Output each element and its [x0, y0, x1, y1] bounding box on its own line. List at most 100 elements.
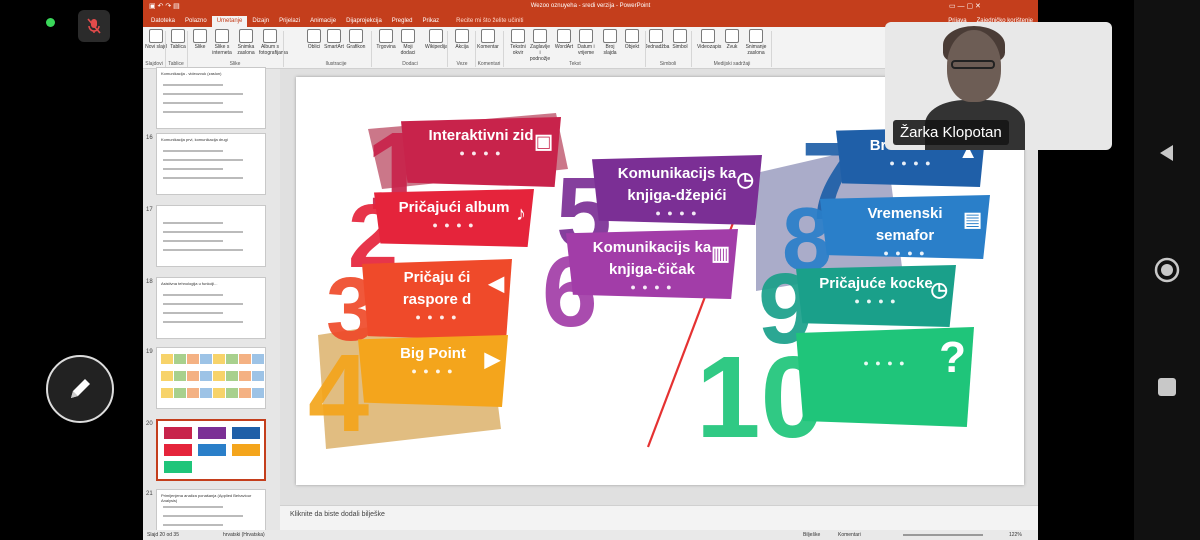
mute-microphone-button[interactable]	[78, 10, 110, 42]
ribbon-separator	[691, 31, 692, 67]
ribbon-group-3: Ilustracije	[325, 61, 347, 67]
annotate-button[interactable]	[46, 355, 114, 423]
thumbnail-line	[163, 168, 223, 170]
menu-tab-7[interactable]: Pregled	[387, 18, 418, 27]
ribbon-button-21[interactable]: Simbol	[669, 29, 691, 50]
ribbon-group-9: Medijski sadržaji	[713, 61, 751, 67]
menu-tab-0[interactable]: Datoteka	[146, 18, 180, 27]
thumbnail-line	[163, 321, 243, 323]
ribbon-button-15[interactable]: Zaglavlje i podnožje	[529, 29, 551, 62]
ribbon-button-17[interactable]: Datum i vrijeme	[575, 29, 597, 56]
ribbon-button-24[interactable]: Snimanje zaslona	[745, 29, 767, 56]
thumbnail-shape	[161, 371, 173, 381]
thumbnail-shape	[200, 354, 212, 364]
menu-tab-2[interactable]: Umetanje	[211, 16, 248, 27]
slide-card-9[interactable]: Pričajuće kocke ● ● ● ● ◷	[796, 265, 956, 327]
menu-tab-8[interactable]: Prikaz	[417, 18, 444, 27]
ribbon-button-2[interactable]: Slike	[189, 29, 211, 50]
thumbnail-title: Primijenjena analiza ponašanja (Applied …	[161, 493, 252, 503]
ribbon-button-19[interactable]: Objekt	[621, 29, 643, 50]
slide-thumbnail[interactable]: Asistivna tehnologija u funkciji...	[156, 277, 266, 339]
thumbnail-shape	[252, 371, 264, 381]
thumbnail-shape	[161, 354, 173, 364]
ribbon-button-14[interactable]: Tekstni okvir	[507, 29, 529, 56]
ribbon-separator	[371, 31, 372, 67]
slide-thumbnail[interactable]: Komunikacija - videozvuk (zaslon)	[156, 67, 266, 129]
ribbon-icon-12	[455, 29, 469, 43]
zoom-level[interactable]: 122%	[1009, 532, 1022, 538]
back-button[interactable]	[1152, 138, 1182, 168]
ribbon-button-23[interactable]: Zvuk	[721, 29, 743, 50]
thumbnail-title: Asistivna tehnologija u funkciji...	[161, 281, 218, 286]
participant-video-tile[interactable]: Žarka Klopotan	[885, 22, 1112, 150]
ribbon-button-10[interactable]: Moji dodaci	[397, 29, 419, 56]
thumbnail-line	[163, 312, 223, 314]
card-text: Komunikacijs ka knjiga-čičak	[592, 239, 712, 278]
ribbon-icon-21	[673, 29, 687, 43]
ribbon-button-5[interactable]: Album s fotografijama	[259, 29, 288, 56]
ribbon-button-7[interactable]: SmartArt	[323, 29, 345, 50]
card-dots: ● ● ● ●	[655, 208, 699, 218]
slide-card-4[interactable]: Big Point ● ● ● ● ▶	[358, 335, 508, 407]
slide-thumbnail-pane[interactable]: Komunikacija - videozvuk (zaslon) 16 Komun…	[143, 67, 280, 540]
slide-card-6[interactable]: Komunikacijs ka knjiga-čičak ● ● ● ● ▥	[566, 229, 738, 299]
notes-toggle[interactable]: Bilješke	[803, 532, 820, 538]
slide-card-10[interactable]: ● ● ● ●?	[796, 327, 974, 427]
slide-card-5[interactable]: Komunikacijs ka knjiga-džepići ● ● ● ● ◷	[592, 155, 762, 225]
tell-me-search[interactable]: Recite mi što želite učiniti	[444, 18, 528, 27]
ribbon-icon-10	[401, 29, 415, 43]
slide-thumbnail[interactable]	[156, 347, 266, 409]
ribbon-button-0[interactable]: Novi slajd	[145, 29, 167, 50]
question-bubble-icon: ?	[939, 333, 966, 382]
ribbon-button-3[interactable]: Slike s interneta	[211, 29, 233, 56]
ribbon-label-13: Komentar	[477, 44, 499, 50]
menu-tab-3[interactable]: Dizajn	[247, 18, 274, 27]
slide-card-1[interactable]: Interaktivni zid ● ● ● ● ▣	[401, 117, 561, 187]
home-button[interactable]	[1152, 255, 1182, 285]
slide-thumbnail[interactable]	[156, 419, 266, 481]
recents-button[interactable]	[1152, 372, 1182, 402]
thumbnail-line	[163, 524, 223, 526]
ribbon-icon-23	[725, 29, 739, 43]
ribbon-button-16[interactable]: WordArt	[553, 29, 575, 50]
thumbnail-shape	[232, 427, 260, 439]
language-indicator[interactable]: hrvatski (Hrvatska)	[223, 532, 265, 538]
ribbon-separator	[503, 31, 504, 67]
ribbon-button-18[interactable]: Broj slajda	[599, 29, 621, 56]
comments-toggle[interactable]: Komentari	[838, 532, 861, 538]
menu-tab-1[interactable]: Polazno	[180, 18, 212, 27]
ribbon-button-22[interactable]: Videozapis	[697, 29, 721, 50]
ribbon-label-11: Wikipedija	[425, 44, 448, 50]
ribbon-label-19: Objekt	[624, 44, 640, 50]
window-controls[interactable]: ▭ — ▢ ✕	[949, 2, 981, 10]
zoom-slider[interactable]	[903, 534, 983, 536]
menu-tab-5[interactable]: Animacije	[305, 18, 341, 27]
ribbon-button-4[interactable]: Snimka zaslona	[235, 29, 257, 56]
thumbnail-shape	[252, 388, 264, 398]
ribbon-button-11[interactable]: Wikipedija	[425, 29, 448, 50]
ribbon-icon-24	[749, 29, 763, 43]
card-dots: ● ● ● ●	[432, 220, 476, 230]
notes-pane[interactable]: Kliknite da biste dodali bilješke	[280, 505, 1038, 530]
ribbon-icon-3	[215, 29, 229, 43]
thumbnail-shape	[239, 371, 251, 381]
ribbon-button-13[interactable]: Komentar	[477, 29, 499, 50]
ribbon-icon-5	[263, 29, 277, 43]
menu-tab-6[interactable]: Dijaprojekcija	[341, 18, 387, 27]
ribbon-button-6[interactable]: Oblici	[303, 29, 325, 50]
ribbon-button-1[interactable]: Tablica	[167, 29, 189, 50]
book-icon: ▥	[711, 243, 730, 265]
ribbon-button-20[interactable]: Jednadžba	[645, 29, 669, 50]
slide-thumbnail[interactable]: Komunikacija prvi, komunikacija drugi	[156, 133, 266, 195]
slide-card-3[interactable]: Pričaju ći raspore d ● ● ● ● ◀	[362, 259, 512, 341]
thumbnail-shape	[226, 371, 238, 381]
slide-card-8[interactable]: Vremenski semafor ● ● ● ● ▤	[820, 195, 990, 259]
menu-tab-4[interactable]: Prijelazi	[274, 18, 305, 27]
slide-card-2[interactable]: Pričajući album ● ● ● ● ♪	[374, 189, 534, 247]
slide-thumbnail[interactable]	[156, 205, 266, 267]
ribbon-button-8[interactable]: Grafikon	[345, 29, 367, 50]
ribbon-button-12[interactable]: Akcija	[451, 29, 473, 50]
ribbon-button-9[interactable]: Trgovina	[375, 29, 397, 50]
card-text: Pričajući album	[398, 199, 510, 216]
thumbnail-shape	[164, 427, 192, 439]
